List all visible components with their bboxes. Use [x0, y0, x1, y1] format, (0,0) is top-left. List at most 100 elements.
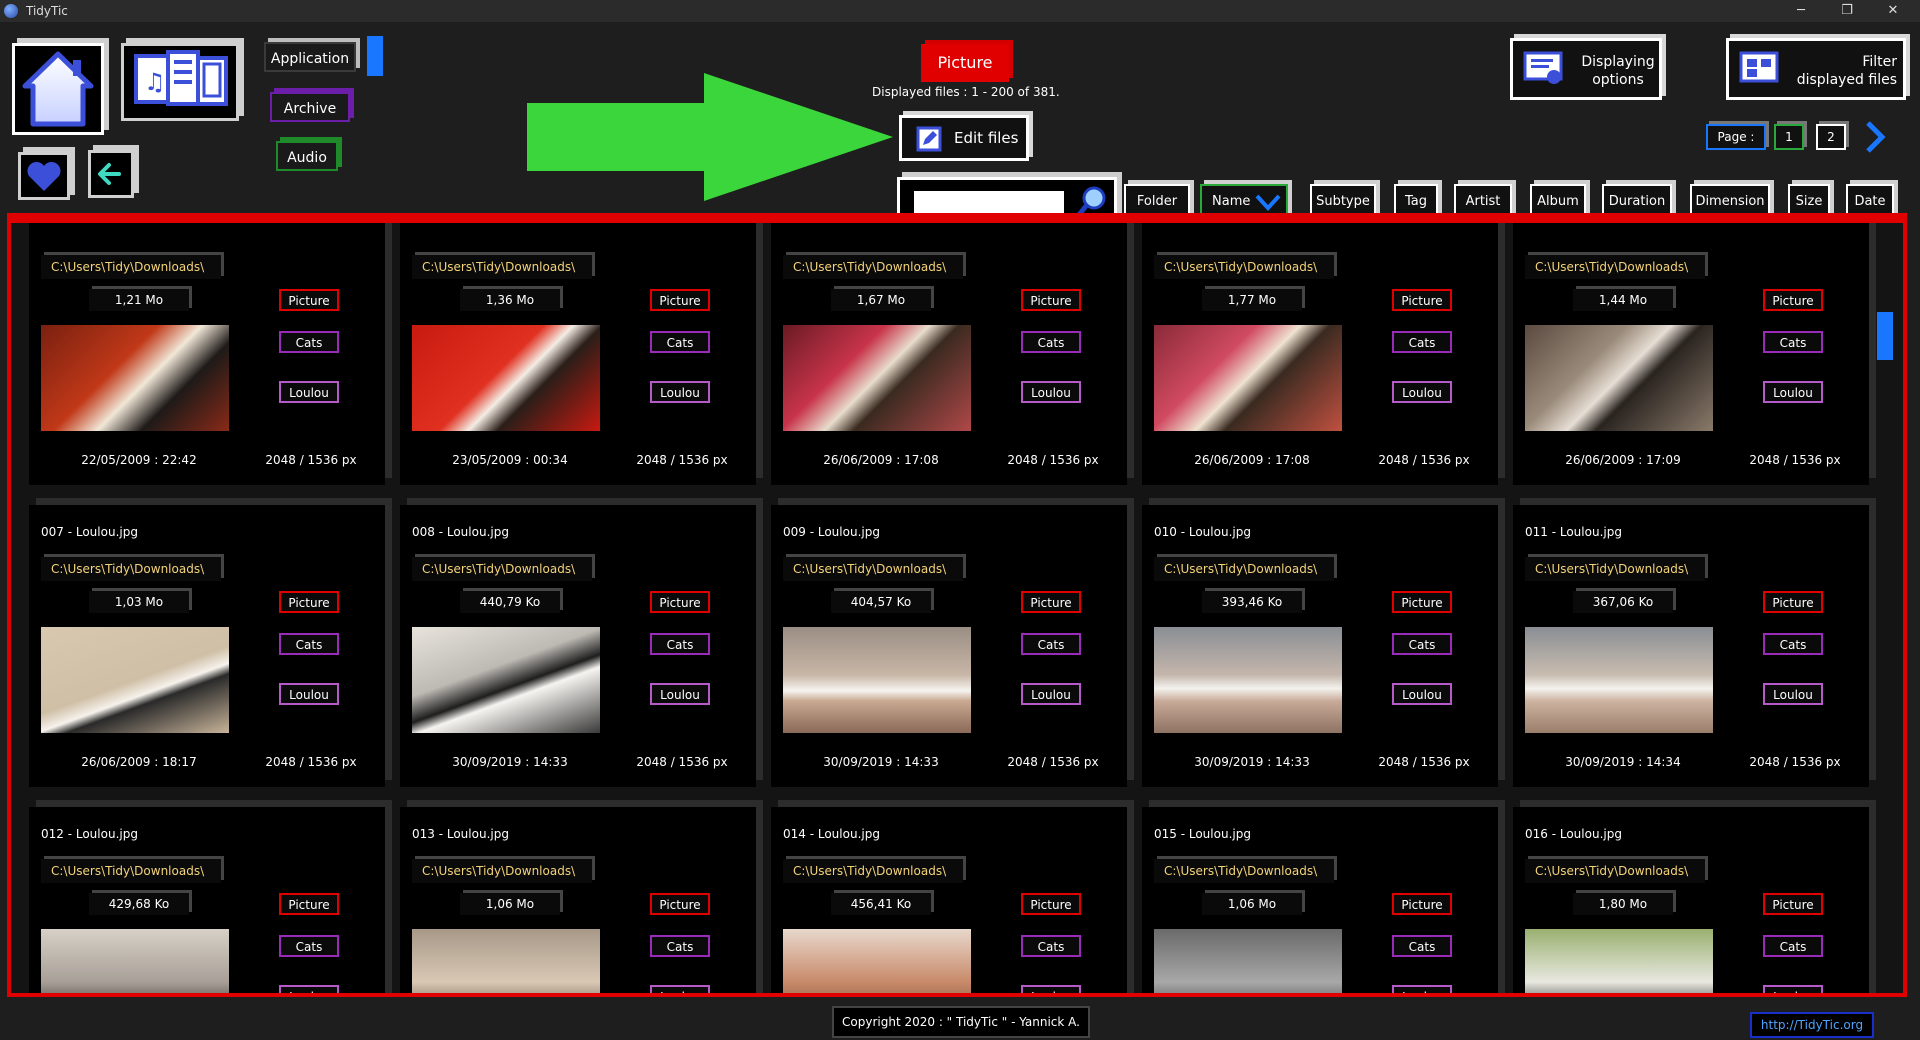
file-path[interactable]: C:\Users\Tidy\Downloads\ — [1525, 255, 1705, 279]
file-card[interactable]: C:\Users\Tidy\Downloads\ 1,67 Mo Picture Ca… — [771, 223, 1127, 485]
file-path[interactable]: C:\Users\Tidy\Downloads\ — [1154, 859, 1334, 883]
subtype-tag[interactable]: Cats — [1763, 633, 1823, 655]
file-path[interactable]: C:\Users\Tidy\Downloads\ — [783, 859, 963, 883]
file-card[interactable]: 011 - Loulou.jpg C:\Users\Tidy\Downloads\… — [1513, 505, 1869, 787]
page-2-button[interactable]: 2 — [1816, 124, 1846, 150]
maximize-button[interactable]: ❐ — [1824, 0, 1870, 22]
file-card[interactable]: 010 - Loulou.jpg C:\Users\Tidy\Downloads\… — [1142, 505, 1498, 787]
type-tag[interactable]: Picture — [279, 591, 339, 613]
subtype-tag[interactable]: Cats — [650, 935, 710, 957]
thumbnail-image[interactable] — [41, 929, 229, 993]
custom-tag[interactable]: Loulou — [279, 381, 339, 403]
back-button[interactable] — [88, 150, 134, 198]
type-tag[interactable]: Picture — [279, 893, 339, 915]
file-card[interactable]: C:\Users\Tidy\Downloads\ 1,21 Mo Picture Ca… — [29, 223, 385, 485]
custom-tag[interactable]: Loulou — [650, 985, 710, 993]
custom-tag[interactable]: Loulou — [650, 683, 710, 705]
custom-tag[interactable]: Loulou — [1021, 381, 1081, 403]
custom-tag[interactable]: Loulou — [279, 985, 339, 993]
file-path[interactable]: C:\Users\Tidy\Downloads\ — [1154, 255, 1334, 279]
type-tag[interactable]: Picture — [1392, 289, 1452, 311]
thumbnail-image[interactable] — [783, 627, 971, 733]
file-card[interactable]: 014 - Loulou.jpg C:\Users\Tidy\Downloads\… — [771, 807, 1127, 993]
file-path[interactable]: C:\Users\Tidy\Downloads\ — [783, 557, 963, 581]
file-path[interactable]: C:\Users\Tidy\Downloads\ — [1525, 859, 1705, 883]
file-card[interactable]: 009 - Loulou.jpg C:\Users\Tidy\Downloads\… — [771, 505, 1127, 787]
subtype-tag[interactable]: Cats — [1763, 331, 1823, 353]
subtype-tag[interactable]: Cats — [650, 633, 710, 655]
category-application[interactable]: Application — [264, 42, 356, 72]
file-path[interactable]: C:\Users\Tidy\Downloads\ — [41, 859, 221, 883]
file-card[interactable]: 013 - Loulou.jpg C:\Users\Tidy\Downloads\… — [400, 807, 756, 993]
custom-tag[interactable]: Loulou — [1763, 683, 1823, 705]
file-card[interactable]: 015 - Loulou.jpg C:\Users\Tidy\Downloads\… — [1142, 807, 1498, 993]
file-card[interactable]: 016 - Loulou.jpg C:\Users\Tidy\Downloads\… — [1513, 807, 1869, 993]
type-tag[interactable]: Picture — [1392, 893, 1452, 915]
chevron-right-icon[interactable] — [1862, 120, 1890, 154]
file-path[interactable]: C:\Users\Tidy\Downloads\ — [41, 255, 221, 279]
file-path[interactable]: C:\Users\Tidy\Downloads\ — [412, 859, 592, 883]
type-tag[interactable]: Picture — [1763, 893, 1823, 915]
subtype-tag[interactable]: Cats — [279, 935, 339, 957]
close-button[interactable]: ✕ — [1870, 0, 1916, 22]
file-path[interactable]: C:\Users\Tidy\Downloads\ — [412, 255, 592, 279]
type-tag[interactable]: Picture — [279, 289, 339, 311]
custom-tag[interactable]: Loulou — [1392, 683, 1452, 705]
thumbnail-image[interactable] — [1154, 929, 1342, 993]
thumbnail-image[interactable] — [412, 627, 600, 733]
type-tag[interactable]: Picture — [1021, 893, 1081, 915]
minimize-button[interactable]: ─ — [1778, 0, 1824, 22]
type-tag[interactable]: Picture — [1763, 289, 1823, 311]
file-path[interactable]: C:\Users\Tidy\Downloads\ — [412, 557, 592, 581]
thumbnail-image[interactable] — [412, 325, 600, 431]
type-tag[interactable]: Picture — [1021, 591, 1081, 613]
file-card[interactable]: 012 - Loulou.jpg C:\Users\Tidy\Downloads\… — [29, 807, 385, 993]
edit-files-button[interactable]: Edit files — [899, 115, 1029, 161]
thumbnail-image[interactable] — [41, 325, 229, 431]
thumbnail-image[interactable] — [1525, 627, 1713, 733]
file-path[interactable]: C:\Users\Tidy\Downloads\ — [1525, 557, 1705, 581]
thumbnail-image[interactable] — [1525, 929, 1713, 993]
subtype-tag[interactable]: Cats — [279, 331, 339, 353]
type-tag[interactable]: Picture — [650, 289, 710, 311]
type-tag[interactable]: Picture — [650, 591, 710, 613]
thumbnail-image[interactable] — [412, 929, 600, 993]
type-tag[interactable]: Picture — [1763, 591, 1823, 613]
displaying-options-button[interactable]: Displaying options — [1510, 38, 1662, 100]
file-card[interactable]: C:\Users\Tidy\Downloads\ 1,36 Mo Picture Ca… — [400, 223, 756, 485]
custom-tag[interactable]: Loulou — [1763, 985, 1823, 993]
thumbnail-image[interactable] — [1154, 627, 1342, 733]
custom-tag[interactable]: Loulou — [1392, 381, 1452, 403]
subtype-tag[interactable]: Cats — [1392, 633, 1452, 655]
website-link[interactable]: http://TidyTic.org — [1750, 1012, 1874, 1038]
file-card[interactable]: C:\Users\Tidy\Downloads\ 1,77 Mo Picture Ca… — [1142, 223, 1498, 485]
subtype-tag[interactable]: Cats — [1021, 633, 1081, 655]
subtype-tag[interactable]: Cats — [1763, 935, 1823, 957]
subtype-tag[interactable]: Cats — [1021, 935, 1081, 957]
thumbnail-image[interactable] — [41, 627, 229, 733]
favorites-button[interactable] — [18, 152, 70, 200]
page-1-button[interactable]: 1 — [1774, 124, 1804, 150]
custom-tag[interactable]: Loulou — [1021, 683, 1081, 705]
thumbnail-image[interactable] — [1525, 325, 1713, 431]
current-type-badge[interactable]: Picture — [921, 44, 1009, 82]
type-tag[interactable]: Picture — [1392, 591, 1452, 613]
custom-tag[interactable]: Loulou — [1392, 985, 1452, 993]
thumbnail-image[interactable] — [1154, 325, 1342, 431]
file-card[interactable]: 007 - Loulou.jpg C:\Users\Tidy\Downloads\… — [29, 505, 385, 787]
subtype-tag[interactable]: Cats — [279, 633, 339, 655]
thumbnail-image[interactable] — [783, 929, 971, 993]
filter-displayed-files-button[interactable]: Filter displayed files — [1726, 38, 1906, 100]
media-library-button[interactable]: ♫ — [121, 43, 239, 121]
subtype-tag[interactable]: Cats — [1392, 935, 1452, 957]
file-card[interactable]: C:\Users\Tidy\Downloads\ 1,44 Mo Picture Ca… — [1513, 223, 1869, 485]
custom-tag[interactable]: Loulou — [1021, 985, 1081, 993]
category-audio[interactable]: Audio — [276, 141, 338, 171]
subtype-tag[interactable]: Cats — [1392, 331, 1452, 353]
custom-tag[interactable]: Loulou — [1763, 381, 1823, 403]
type-tag[interactable]: Picture — [650, 893, 710, 915]
scrollbar-thumb[interactable] — [1877, 312, 1893, 360]
subtype-tag[interactable]: Cats — [1021, 331, 1081, 353]
home-button[interactable] — [12, 43, 104, 135]
custom-tag[interactable]: Loulou — [279, 683, 339, 705]
